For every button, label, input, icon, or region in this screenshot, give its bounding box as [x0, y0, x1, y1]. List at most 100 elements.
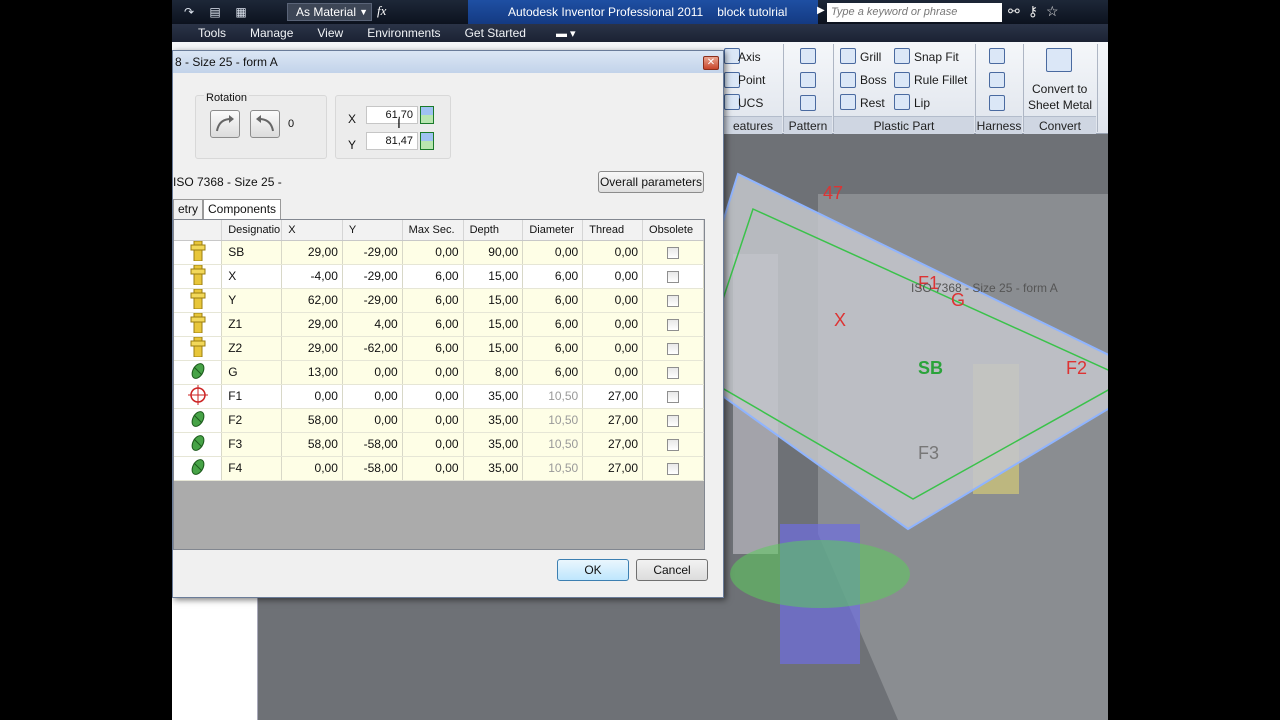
cell-max[interactable]: 0,00 [402, 408, 464, 433]
x-input[interactable]: 61,70 [366, 106, 418, 124]
column-header[interactable]: Depth [463, 220, 524, 241]
obsolete-checkbox[interactable] [667, 342, 680, 355]
cell-thread[interactable]: 27,00 [582, 432, 644, 457]
table-row[interactable]: X -4,00 -29,00 6,00 15,00 6,00 0,00 [174, 264, 704, 289]
tab-geometry[interactable]: etry [173, 199, 204, 219]
cell-dia[interactable]: 10,50 [522, 384, 584, 409]
cell-y[interactable]: -29,00 [342, 288, 403, 313]
cell-x[interactable]: -4,00 [281, 264, 343, 289]
obsolete-checkbox[interactable] [667, 414, 680, 427]
y-input[interactable]: 81,47 [366, 132, 418, 150]
cell-x[interactable]: 29,00 [281, 312, 343, 337]
cell-name[interactable]: F1 [221, 384, 283, 409]
close-icon[interactable]: ✕ [703, 56, 719, 70]
save-icon[interactable]: ▦ [230, 3, 252, 21]
obsolete-checkbox[interactable] [667, 318, 680, 331]
cell-x[interactable]: 13,00 [281, 360, 343, 385]
obsolete-checkbox[interactable] [667, 438, 680, 451]
cell-thread[interactable]: 27,00 [582, 408, 644, 433]
cell-name[interactable]: Z1 [221, 312, 283, 337]
circular-pattern-icon[interactable] [800, 72, 816, 88]
column-header[interactable]: Diameter [522, 220, 584, 241]
obsolete-checkbox[interactable] [667, 294, 680, 307]
cell-thread[interactable]: 0,00 [582, 264, 644, 289]
cell-thread[interactable]: 0,00 [582, 312, 644, 337]
obsolete-checkbox[interactable] [667, 366, 680, 379]
harness-wire-icon[interactable] [989, 72, 1005, 88]
cell-max[interactable]: 0,00 [402, 432, 464, 457]
cell-depth[interactable]: 15,00 [463, 312, 524, 337]
cell-y[interactable]: 0,00 [342, 384, 403, 409]
cell-thread[interactable]: 0,00 [582, 288, 644, 313]
tab-tools[interactable]: Tools [186, 24, 238, 42]
cell-thread[interactable]: 27,00 [582, 456, 644, 481]
tab-get-started[interactable]: Get Started [453, 24, 538, 42]
cell-y[interactable]: -29,00 [342, 240, 403, 265]
obsolete-checkbox[interactable] [667, 246, 680, 259]
cell-depth[interactable]: 35,00 [463, 432, 524, 457]
cell-name[interactable]: Z2 [221, 336, 283, 361]
cell-dia[interactable]: 6,00 [522, 360, 584, 385]
cell-name[interactable]: F3 [221, 432, 283, 457]
star-icon[interactable]: ☆ [1046, 3, 1059, 20]
column-header[interactable]: Designatio [221, 220, 283, 241]
cell-depth[interactable]: 15,00 [463, 264, 524, 289]
search-arrow-icon[interactable]: ▶ [817, 5, 825, 16]
obsolete-checkbox[interactable] [667, 462, 680, 475]
cell-depth[interactable]: 15,00 [463, 336, 524, 361]
convert-button-line2[interactable]: Sheet Metal [1028, 98, 1092, 112]
obsolete-checkbox[interactable] [667, 390, 680, 403]
cell-dia[interactable]: 10,50 [522, 432, 584, 457]
cell-max[interactable]: 0,00 [402, 456, 464, 481]
cell-x[interactable]: 0,00 [281, 456, 343, 481]
cell-y[interactable]: -62,00 [342, 336, 403, 361]
lip-button[interactable]: Lip [914, 96, 930, 110]
cell-dia[interactable]: 6,00 [522, 336, 584, 361]
column-header[interactable]: Y [342, 220, 403, 241]
overall-parameters-button[interactable]: Overall parameters [598, 171, 704, 193]
help-search-input[interactable]: Type a keyword or phrase [827, 3, 1002, 22]
y-spinner[interactable] [420, 132, 434, 150]
cell-depth[interactable]: 8,00 [463, 360, 524, 385]
ok-button[interactable]: OK [557, 559, 629, 581]
rotate-ccw-button[interactable] [250, 110, 280, 138]
cell-x[interactable]: 29,00 [281, 240, 343, 265]
harness-icon[interactable] [989, 48, 1005, 64]
fx-icon[interactable]: fx [377, 3, 386, 19]
harness-segment-icon[interactable] [989, 95, 1005, 111]
tab-components[interactable]: Components [203, 199, 282, 219]
cell-depth[interactable]: 15,00 [463, 288, 524, 313]
camera-icon[interactable]: ▬ ▾ [538, 27, 576, 40]
axis-button[interactable]: Axis [738, 50, 761, 64]
cell-name[interactable]: X [221, 264, 283, 289]
cell-name[interactable]: F2 [221, 408, 283, 433]
cell-y[interactable]: 4,00 [342, 312, 403, 337]
cell-y[interactable]: -58,00 [342, 456, 403, 481]
x-spinner[interactable] [420, 106, 434, 124]
mirror-icon[interactable] [800, 95, 816, 111]
cell-y[interactable]: -58,00 [342, 432, 403, 457]
point-button[interactable]: Point [738, 73, 765, 87]
ucs-button[interactable]: UCS [738, 96, 763, 110]
open-folder-icon[interactable]: ▤ [204, 3, 226, 21]
cell-y[interactable]: 0,00 [342, 360, 403, 385]
table-row[interactable]: Y 62,00 -29,00 6,00 15,00 6,00 0,00 [174, 288, 704, 313]
cell-dia[interactable]: 10,50 [522, 456, 584, 481]
rule-fillet-button[interactable]: Rule Fillet [914, 73, 967, 87]
cell-x[interactable]: 62,00 [281, 288, 343, 313]
cell-name[interactable]: Y [221, 288, 283, 313]
cell-y[interactable]: -29,00 [342, 264, 403, 289]
cell-max[interactable]: 6,00 [402, 264, 464, 289]
cell-x[interactable]: 0,00 [281, 384, 343, 409]
tab-manage[interactable]: Manage [238, 24, 305, 42]
key-icon[interactable]: ⚷ [1028, 3, 1038, 20]
cell-name[interactable]: G [221, 360, 283, 385]
material-select[interactable]: As Material ▼ [287, 3, 372, 21]
cell-name[interactable]: F4 [221, 456, 283, 481]
column-header[interactable]: X [281, 220, 343, 241]
column-header[interactable]: Max Sec. [402, 220, 464, 241]
cell-depth[interactable]: 35,00 [463, 408, 524, 433]
table-row[interactable]: F2 58,00 0,00 0,00 35,00 10,50 27,00 [174, 408, 704, 433]
cell-y[interactable]: 0,00 [342, 408, 403, 433]
cell-max[interactable]: 6,00 [402, 312, 464, 337]
